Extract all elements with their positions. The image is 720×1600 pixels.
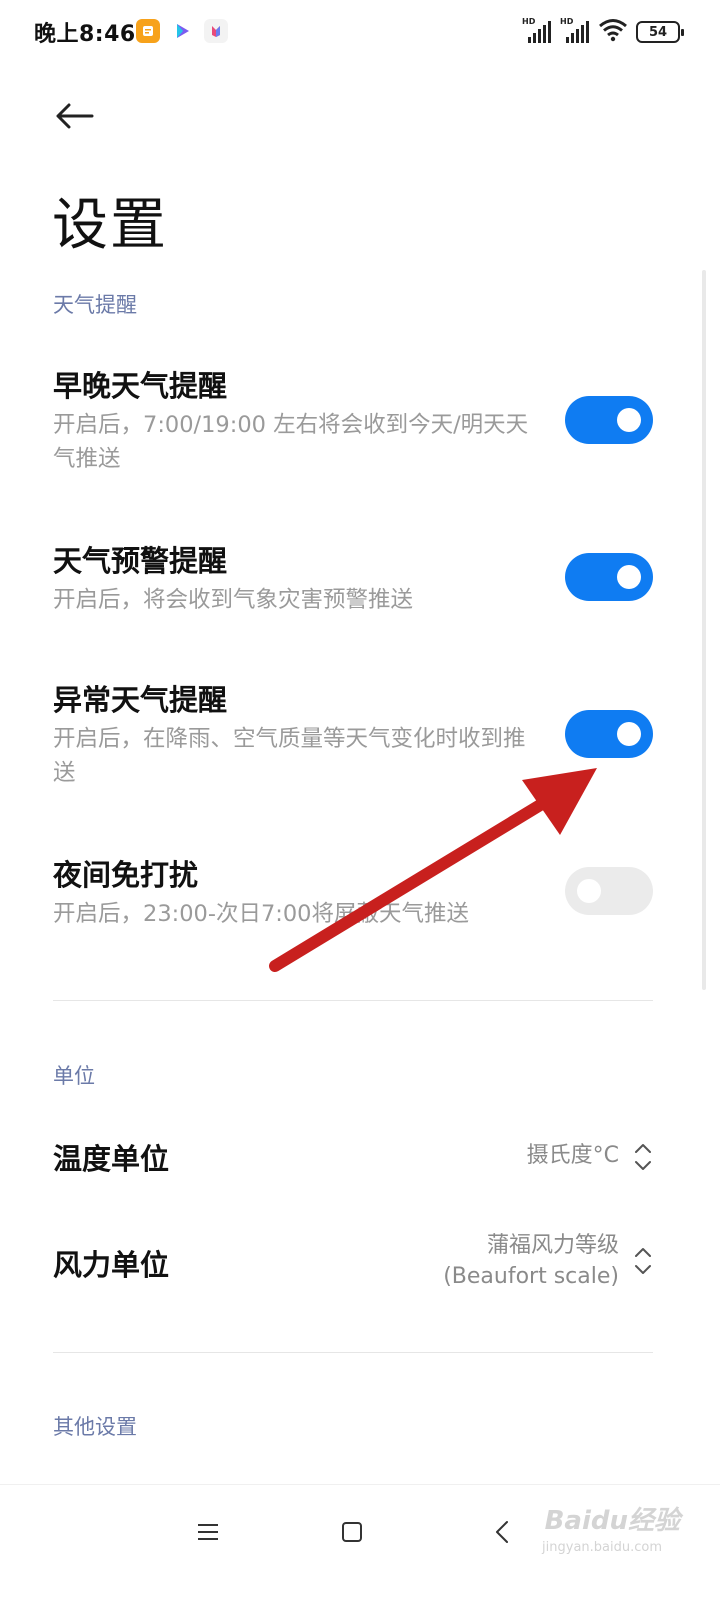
notification-icons [136, 19, 228, 43]
music-app-icon [204, 19, 228, 43]
setting-row-abnormal-alert[interactable]: 异常天气提醒 开启后，在降雨、空气质量等天气变化时收到推送 [53, 680, 653, 790]
temperature-unit-value: 摄氏度°C [526, 1143, 619, 1168]
status-time: 晚上8:46 [34, 22, 136, 47]
setting-row-wind-unit[interactable]: 风力单位 蒲福风力等级 (Beaufort scale) [53, 1228, 653, 1298]
setting-title: 风力单位 [53, 1248, 170, 1282]
page-title: 设置 [52, 193, 168, 258]
setting-title: 温度单位 [53, 1142, 170, 1176]
wifi-icon [598, 18, 628, 46]
toggle-knob [577, 879, 601, 903]
watermark: Baidu经验 [544, 1506, 680, 1536]
status-bar: 晚上8:46 HD HD 54 [0, 0, 720, 66]
setting-title: 夜间免打扰 [53, 858, 199, 892]
section-divider [53, 1352, 653, 1353]
signal-icon: HD [522, 17, 552, 45]
warning-alert-toggle[interactable] [565, 553, 653, 601]
chevron-left-icon [496, 1521, 508, 1543]
setting-desc: 开启后，将会收到气象灾害预警推送 [53, 587, 414, 613]
setting-desc: 开启后，在降雨、空气质量等天气变化时收到推送 [53, 726, 526, 786]
back-arrow-icon [56, 103, 94, 129]
home-icon [342, 1522, 362, 1542]
setting-row-night-dnd[interactable]: 夜间免打扰 开启后，23:00-次日7:00将屏蔽天气推送 [53, 855, 653, 935]
setting-title: 天气预警提醒 [53, 544, 228, 578]
setting-desc: 开启后，23:00-次日7:00将屏蔽天气推送 [53, 901, 469, 927]
video-app-icon [170, 19, 194, 43]
setting-desc: 开启后，7:00/19:00 左右将会收到今天/明天天气推送 [53, 412, 529, 472]
night-dnd-toggle[interactable] [565, 867, 653, 915]
home-button[interactable] [322, 1507, 382, 1557]
menu-icon [198, 1524, 218, 1540]
chevron-up-down-icon [635, 1248, 651, 1274]
section-divider [53, 1000, 653, 1001]
setting-title: 异常天气提醒 [53, 683, 228, 717]
toggle-knob [617, 408, 641, 432]
abnormal-alert-toggle[interactable] [565, 710, 653, 758]
section-title-units: 单位 [53, 1064, 95, 1088]
signal-icon: HD [560, 17, 590, 45]
section-title-other: 其他设置 [53, 1415, 137, 1439]
section-title-weather-alerts: 天气提醒 [53, 293, 137, 317]
watermark-url: jingyan.baidu.com [542, 1540, 662, 1555]
toggle-knob [617, 565, 641, 589]
status-indicators: HD HD 54 [522, 17, 684, 46]
morning-evening-alert-toggle[interactable] [565, 396, 653, 444]
battery-icon: 54 [636, 21, 684, 43]
scrollbar[interactable] [702, 270, 706, 990]
menu-button[interactable] [178, 1507, 238, 1557]
setting-row-morning-evening-alert[interactable]: 早晚天气提醒 开启后，7:00/19:00 左右将会收到今天/明天天气推送 [53, 366, 653, 476]
setting-row-warning-alert[interactable]: 天气预警提醒 开启后，将会收到气象灾害预警推送 [53, 541, 653, 621]
setting-title: 早晚天气提醒 [53, 369, 228, 403]
back-button[interactable] [48, 92, 100, 140]
chevron-up-down-icon [635, 1144, 651, 1170]
setting-row-temperature-unit[interactable]: 温度单位 摄氏度°C [53, 1130, 653, 1186]
wind-unit-value: 蒲福风力等级 (Beaufort scale) [443, 1233, 619, 1289]
notes-app-icon [136, 19, 160, 43]
toggle-knob [617, 722, 641, 746]
back-nav-button[interactable] [472, 1507, 532, 1557]
